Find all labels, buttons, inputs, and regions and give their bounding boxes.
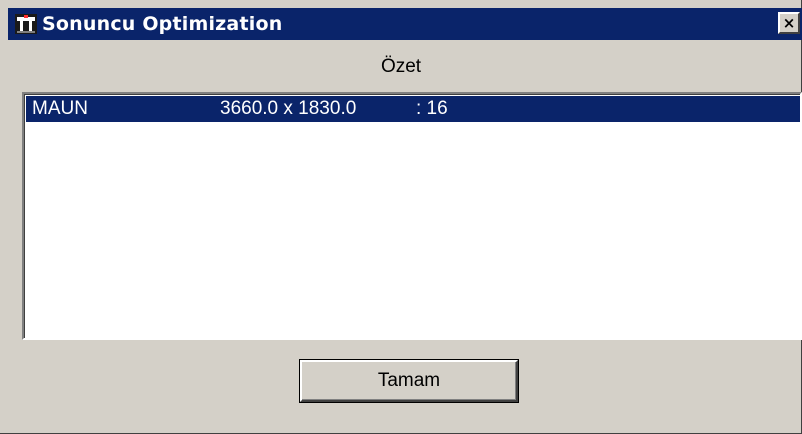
- summary-heading: Özet: [380, 56, 422, 77]
- ok-button[interactable]: Tamam: [300, 360, 518, 402]
- item-material: MAUN: [32, 98, 88, 119]
- close-button[interactable]: ×: [778, 12, 800, 34]
- list-item[interactable]: MAUN 3660.0 x 1830.0 : 16: [26, 96, 800, 122]
- dialog-window: Sonuncu Optimization × Özet MAUN 3660.0 …: [0, 0, 802, 434]
- item-count: : 16: [416, 98, 448, 119]
- window-title: Sonuncu Optimization: [42, 13, 283, 35]
- close-icon: ×: [782, 13, 796, 32]
- summary-list[interactable]: MAUN 3660.0 x 1830.0 : 16: [22, 92, 802, 340]
- title-bar[interactable]: Sonuncu Optimization ×: [8, 8, 802, 40]
- item-dimensions: 3660.0 x 1830.0: [220, 98, 357, 119]
- app-icon: [12, 10, 40, 38]
